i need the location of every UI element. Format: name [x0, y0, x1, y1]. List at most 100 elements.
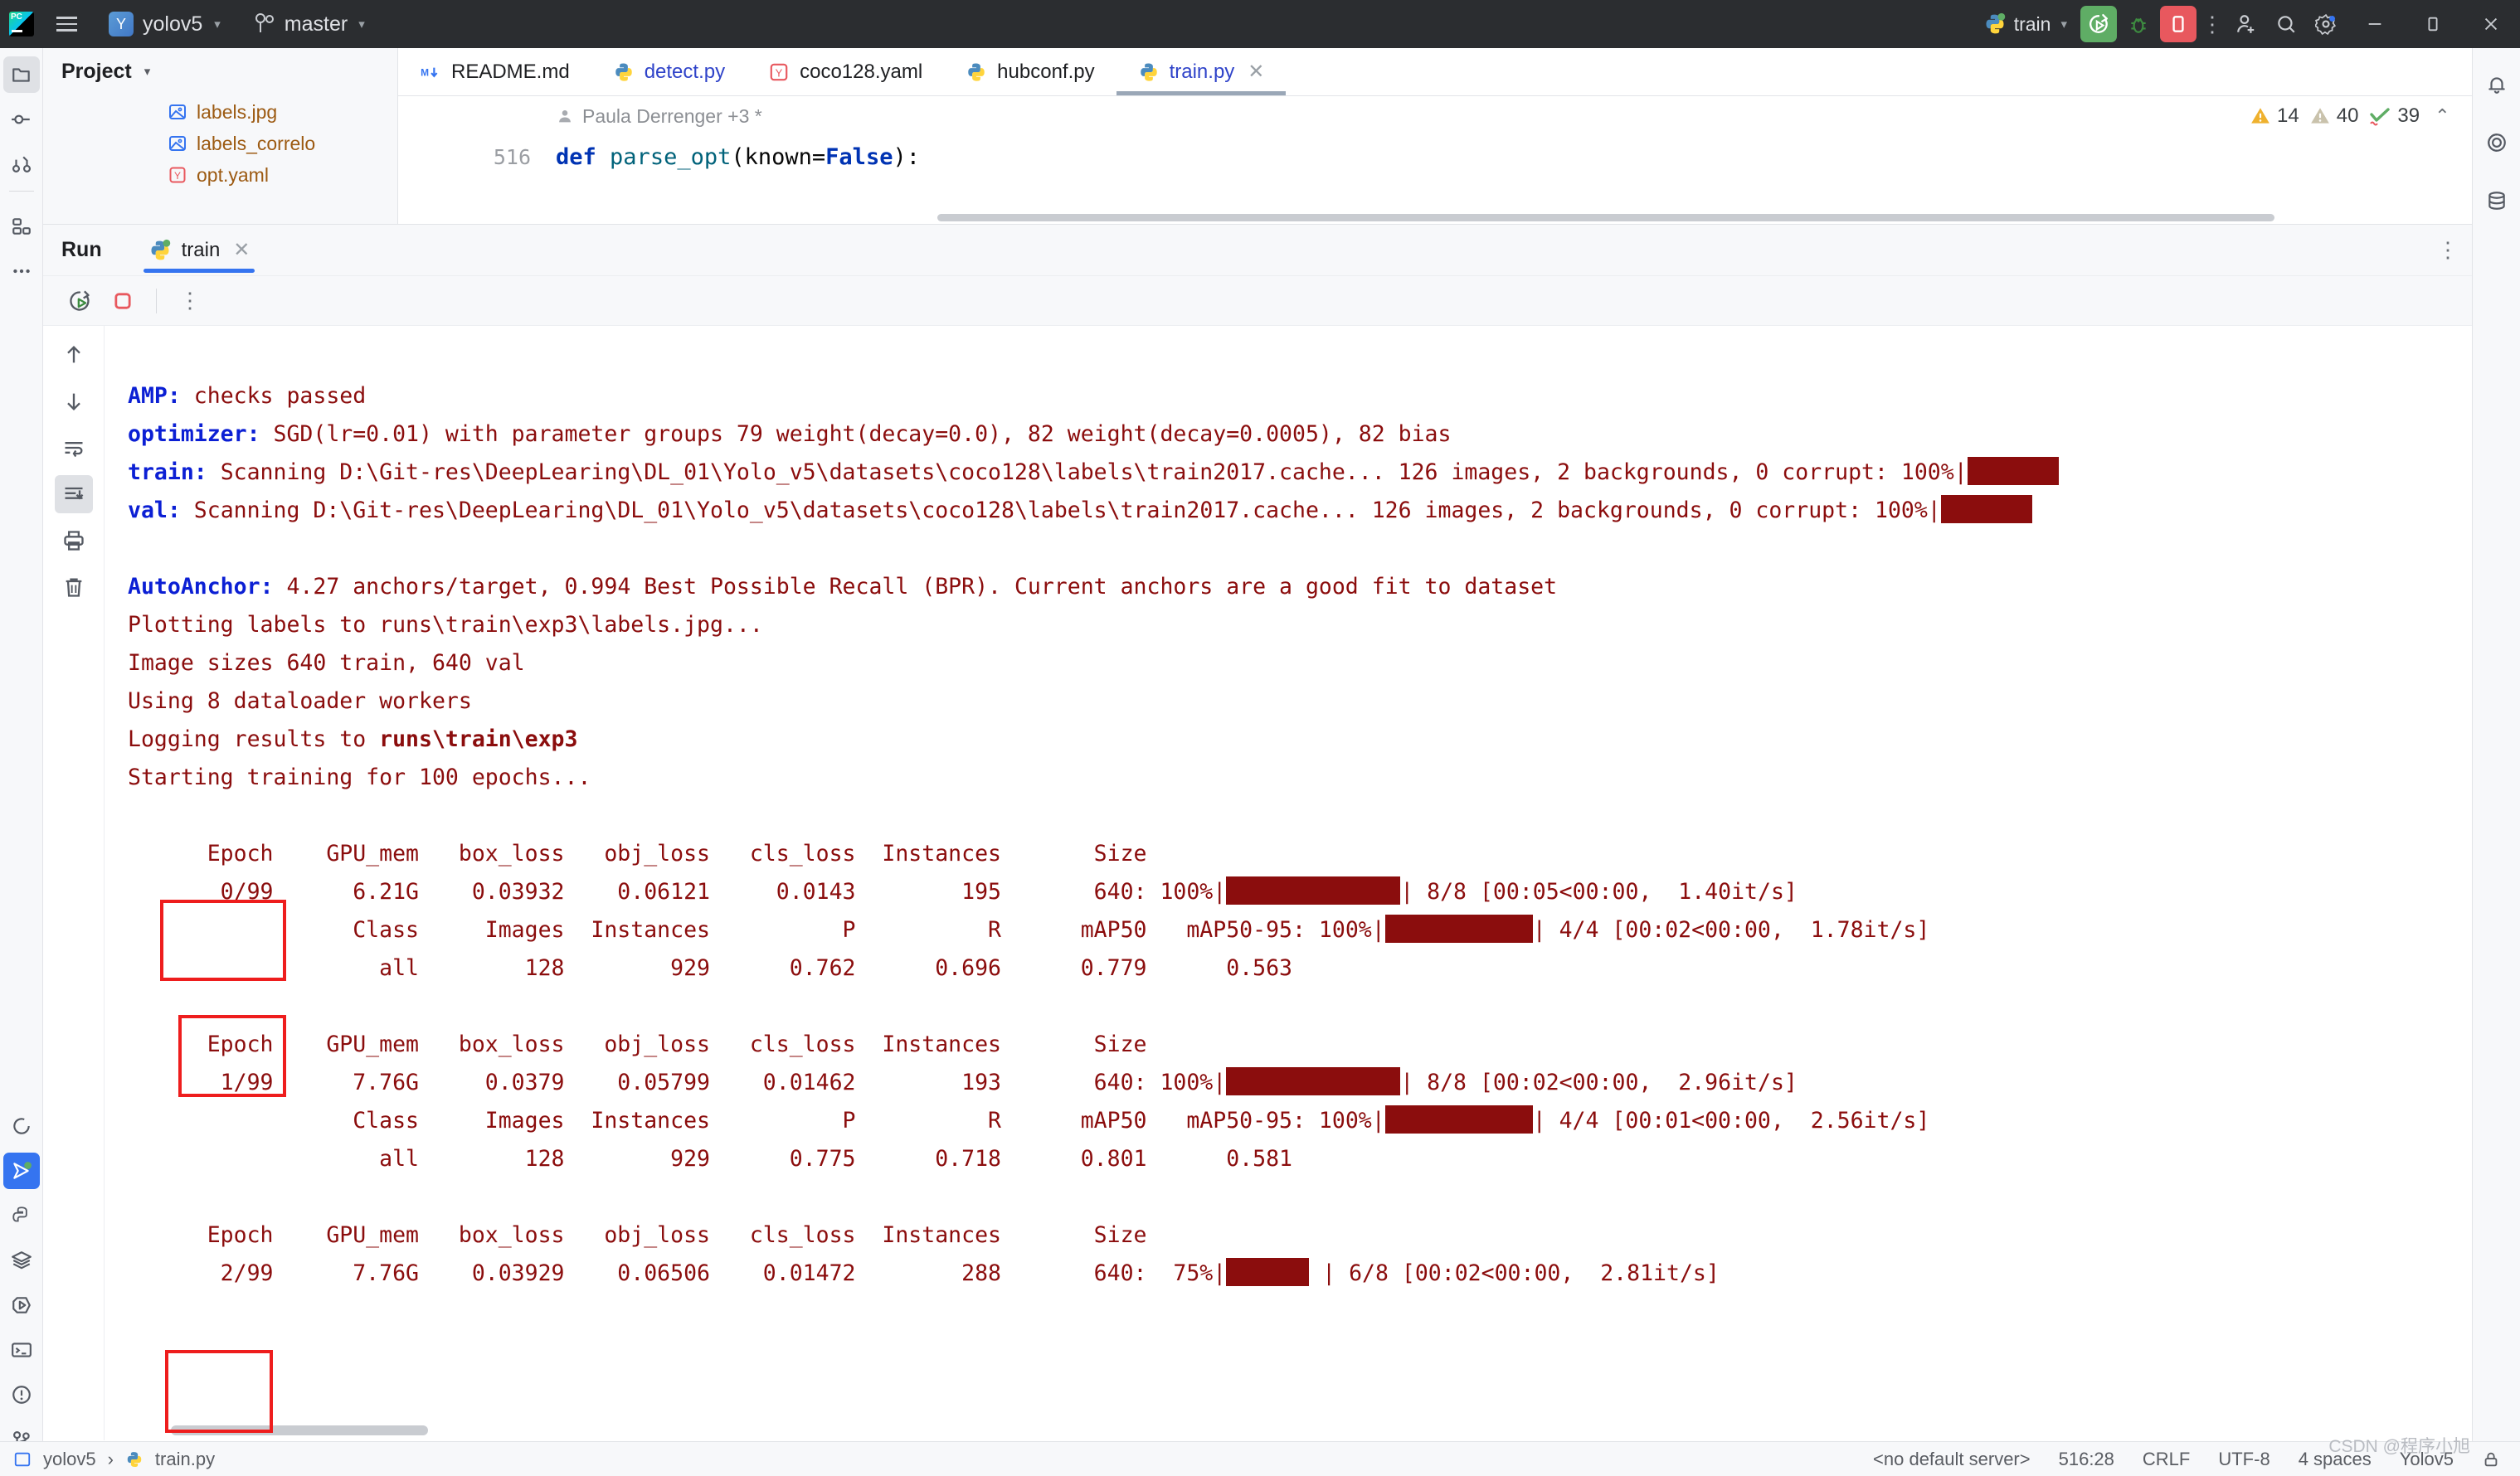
project-panel-header[interactable]: Project ▾ [43, 48, 397, 95]
database-button[interactable] [2479, 182, 2515, 219]
sidebar-item-more[interactable] [3, 253, 40, 289]
arrow-up-icon [66, 346, 80, 363]
tab-label: train.py [1169, 60, 1235, 83]
console-path: runs\train\exp3 [379, 726, 578, 752]
tab-detect-py[interactable]: detect.py [591, 48, 747, 95]
python-icon [615, 62, 632, 81]
param-name: known= [744, 144, 826, 170]
tab-readme[interactable]: M README.md [398, 48, 591, 95]
breadcrumb-file[interactable]: train.py [155, 1449, 215, 1470]
maximize-icon [2428, 17, 2438, 32]
rerun-button[interactable] [61, 283, 98, 319]
console-output[interactable]: AMP: checks passed optimizer: SGD(lr=0.0… [105, 326, 2520, 1440]
sidebar-item-structure[interactable] [3, 208, 40, 245]
maximize-button[interactable] [2404, 0, 2462, 48]
console-text: Scanning D:\Git-res\DeepLearing\DL_01\Yo… [180, 498, 1941, 523]
branch-icon [255, 13, 274, 32]
stop-button[interactable] [2160, 6, 2196, 42]
settings-button[interactable] [2308, 6, 2344, 42]
scroll-up-button[interactable] [55, 336, 93, 374]
blame-text: Paula Derrenger +3 * [582, 104, 762, 127]
sidebar-item-debug[interactable] [3, 1287, 40, 1323]
tab-train-py[interactable]: train.py ✕ [1116, 48, 1287, 95]
run-configuration-name: train [2013, 12, 2051, 35]
sidebar-item-services[interactable] [3, 1242, 40, 1279]
close-icon[interactable]: ✕ [233, 238, 250, 262]
ai-assistant-button[interactable] [2479, 124, 2515, 161]
tab-coco128-yaml[interactable]: Y coco128.yaml [747, 48, 944, 95]
search-button[interactable] [2268, 6, 2304, 42]
gear-icon [2315, 13, 2337, 35]
right-tool-rail [2472, 48, 2520, 1458]
sidebar-item-loading[interactable] [3, 1108, 40, 1144]
editor-tab-bar: M README.md detect.py Y coco128.yaml hub… [398, 48, 2520, 96]
val-pct: 100%| [1318, 917, 1385, 943]
tree-item[interactable]: labels.jpg [168, 96, 397, 128]
notifications-button[interactable] [2479, 66, 2515, 103]
val-pct: 100%| [1318, 1108, 1385, 1134]
sidebar-item-python-console[interactable] [3, 1197, 40, 1234]
sidebar-item-problems[interactable] [3, 1376, 40, 1413]
progress-bar [1940, 495, 2032, 523]
val-metrics-row: all 128 929 0.762 0.696 0.779 0.563 [128, 955, 1292, 981]
image-file-icon [169, 104, 186, 119]
console-text: checks passed [180, 383, 367, 409]
print-button[interactable] [55, 522, 93, 560]
stop-button[interactable] [105, 283, 141, 319]
pull-request-icon [12, 156, 31, 172]
chevron-down-icon[interactable]: ▾ [144, 64, 151, 79]
sidebar-item-project[interactable] [2, 56, 40, 93]
breadcrumb-project[interactable]: yolov5 [43, 1449, 96, 1470]
warning-count[interactable]: 14 [2250, 104, 2299, 128]
minimize-button[interactable] [2346, 0, 2404, 48]
run-toolbar-more-button[interactable]: ⋮ [172, 283, 208, 319]
sidebar-item-commit[interactable] [3, 101, 40, 138]
close-button[interactable] [2462, 0, 2520, 48]
tree-item[interactable]: labels_correlo [168, 128, 397, 159]
more-vertical-icon[interactable]: ⋮ [2198, 13, 2226, 35]
run-configuration-selector[interactable]: train ▾ [1983, 12, 2067, 36]
python-icon [1140, 62, 1157, 81]
status-line-separator[interactable]: CRLF [2143, 1449, 2190, 1470]
epoch-row: 1/99 7.76G 0.0379 0.05799 0.01462 193 64… [128, 1070, 1227, 1095]
status-encoding[interactable]: UTF-8 [2218, 1449, 2269, 1470]
editor-horizontal-scrollbar[interactable] [937, 214, 2274, 221]
ai-assistant-icon [2487, 134, 2506, 152]
debug-button[interactable] [2120, 6, 2157, 42]
close-icon[interactable]: ✕ [1248, 60, 1264, 84]
scroll-to-end-button[interactable] [54, 475, 93, 513]
sidebar-item-run[interactable] [2, 1153, 40, 1189]
clear-console-button[interactable] [55, 568, 93, 606]
typo-check-icon [2370, 108, 2391, 126]
status-caret-position[interactable]: 516:28 [2059, 1449, 2114, 1470]
scroll-down-button[interactable] [55, 382, 93, 420]
inspection-previous-button[interactable]: ⌃ [2430, 105, 2454, 127]
left-tool-rail [0, 48, 43, 1458]
more-vertical-icon[interactable]: ⋮ [2437, 237, 2459, 263]
epoch-table-header: Epoch GPU_mem box_loss obj_loss cls_loss… [128, 1032, 1147, 1057]
tree-item[interactable]: Y opt.yaml [168, 159, 397, 191]
val-metrics-row: all 128 929 0.775 0.718 0.801 0.581 [128, 1146, 1292, 1172]
tab-hubconf-py[interactable]: hubconf.py [944, 48, 1116, 95]
scroll-to-end-icon [65, 487, 83, 500]
git-blame-annotation[interactable]: Paula Derrenger +3 * [556, 105, 762, 128]
warning-count-value: 14 [2277, 104, 2299, 127]
sidebar-item-terminal[interactable] [3, 1332, 40, 1368]
console-horizontal-scrollbar[interactable] [171, 1425, 428, 1435]
run-button[interactable] [2080, 6, 2117, 42]
run-tab-train[interactable]: train ✕ [135, 225, 264, 276]
code-line[interactable]: def parse_opt(known=False): [556, 136, 920, 179]
add-user-button[interactable] [2228, 6, 2265, 42]
status-server[interactable]: <no default server> [1873, 1449, 2031, 1470]
console-text: 4.27 anchors/target, 0.994 Best Possible… [273, 574, 1558, 600]
typo-count[interactable]: 39 [2368, 104, 2420, 128]
epoch-table-header: Epoch GPU_mem box_loss obj_loss cls_loss… [128, 841, 1147, 867]
hamburger-icon[interactable] [43, 17, 86, 32]
project-selector[interactable]: Y yolov5 ▾ [101, 7, 228, 41]
branch-selector[interactable]: master ▾ [255, 12, 365, 36]
lock-icon[interactable] [2482, 1450, 2500, 1469]
sidebar-item-pull-requests[interactable] [3, 146, 40, 182]
soft-wrap-button[interactable] [55, 429, 93, 467]
console-text: Using 8 dataloader workers [128, 688, 472, 714]
weak-warning-count[interactable]: 40 [2309, 104, 2358, 128]
